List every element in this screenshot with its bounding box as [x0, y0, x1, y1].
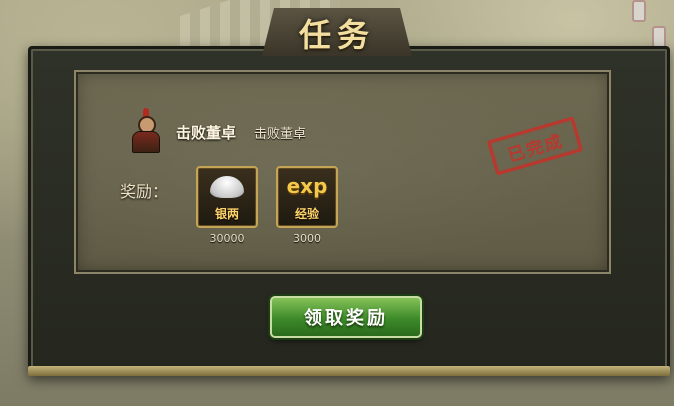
reward-item-silver[interactable]: 银两 30000 [196, 166, 258, 245]
window-bottom-trim [28, 366, 670, 376]
background-soldier [632, 0, 646, 22]
quest-row: 击败董卓 击败董卓 [126, 108, 307, 154]
reward-value: 30000 [209, 232, 245, 245]
silver-ingot-icon [210, 176, 244, 198]
reward-value: 3000 [293, 232, 321, 245]
reward-label: 奖励： [120, 182, 169, 201]
completed-stamp: 已完成 [486, 116, 584, 176]
claim-reward-button[interactable]: 领取奖励 [270, 296, 422, 338]
reward-slot[interactable]: 银两 [196, 166, 258, 228]
reward-name: 银两 [214, 207, 239, 221]
quest-panel: 击败董卓 击败董卓 已完成 奖励： 银两 30000 exp 经验 3000 [74, 70, 611, 274]
exp-icon: exp [286, 174, 328, 198]
background-soldier [652, 26, 666, 48]
quest-description: 击败董卓 [254, 126, 307, 142]
reward-name: 经验 [294, 207, 319, 221]
window-title: 任务 [298, 16, 375, 54]
quest-name: 击败董卓 [176, 123, 237, 142]
reward-slot[interactable]: exp 经验 [276, 166, 338, 228]
general-portrait-icon [126, 108, 164, 153]
reward-item-exp[interactable]: exp 经验 3000 [276, 166, 338, 245]
